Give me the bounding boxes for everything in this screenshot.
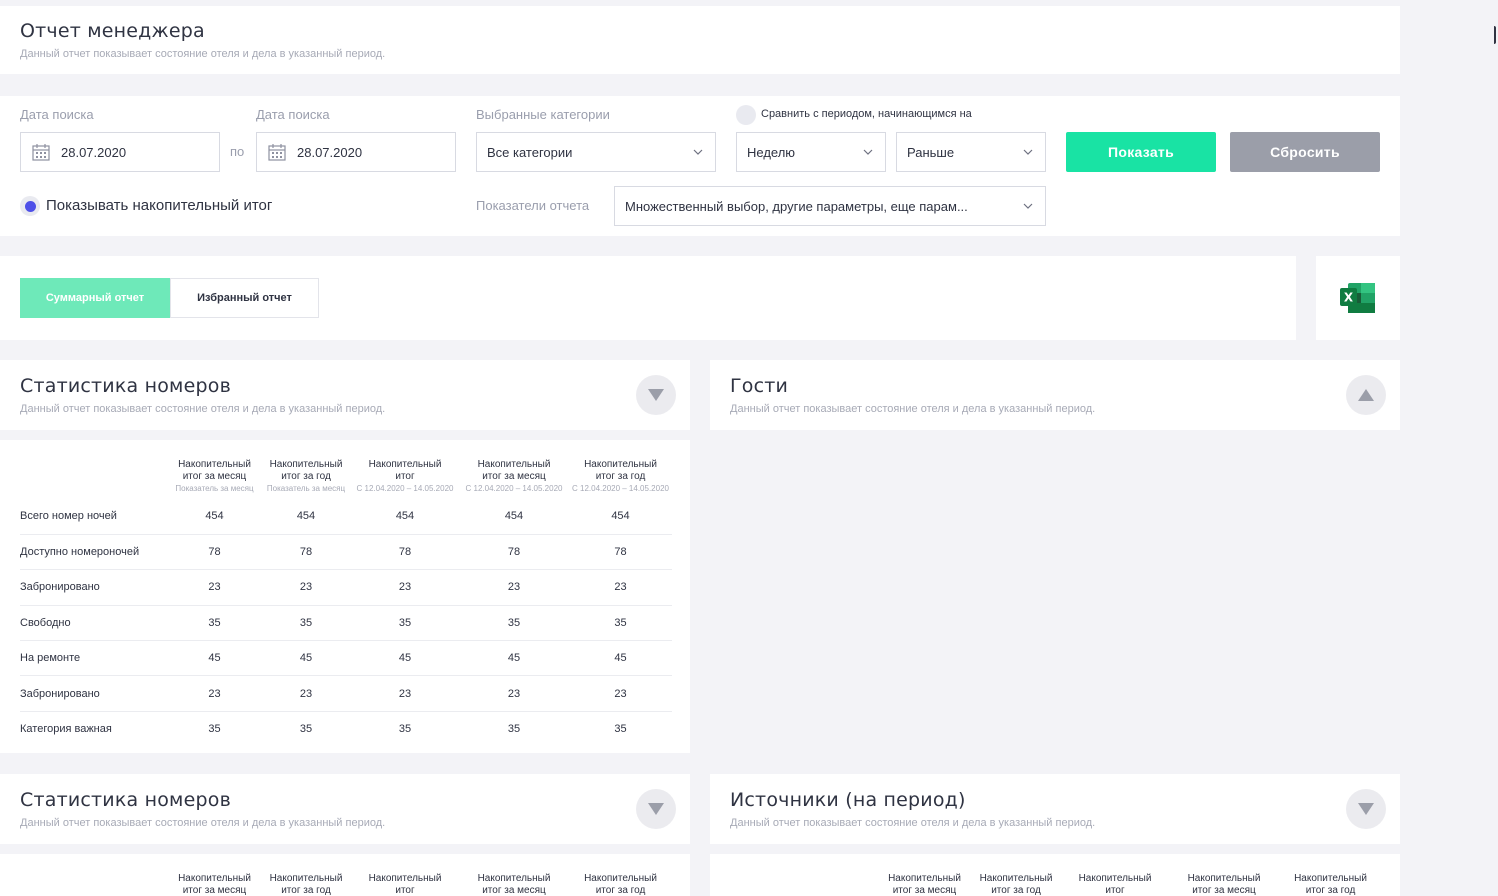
table-header-cell: Накопительный итог за год: [584, 873, 657, 896]
between-label: по: [230, 144, 245, 159]
rooms-stats-table-card-2: Накопительный итог за месяц Накопительный…: [0, 854, 690, 896]
table-header-cell: Накопительный итог за год: [269, 873, 343, 896]
table-row: Забронировано 23 23 23 23 23: [20, 569, 672, 606]
sources-table: Накопительный итог за месяц Накопительный…: [730, 873, 1382, 896]
chevron-down-icon: [1023, 149, 1033, 155]
triangle-down-icon: [648, 389, 664, 401]
guests-subtitle: Данный отчет показывает состояние отеля …: [730, 403, 1096, 415]
chevron-down-icon: [693, 149, 703, 155]
collapse-toggle-button[interactable]: [636, 375, 676, 415]
period-select[interactable]: Неделю: [736, 132, 886, 172]
table-row: Доступно номероночей 78 78 78 78 78: [20, 534, 672, 571]
indicators-label: Показатели отчета: [476, 198, 590, 213]
date-to-input[interactable]: 28.07.2020: [256, 132, 456, 172]
table-header-cell: Накопительный итог за месяц Показатель за …: [175, 459, 254, 493]
table-header-empty: [20, 873, 168, 896]
rooms-stats-table-2: Накопительный итог за месяц Накопительный…: [20, 873, 672, 896]
table-header-cell: Накопительный итог за месяц: [477, 873, 551, 896]
direction-select[interactable]: Раньше: [896, 132, 1046, 172]
page-title: Отчет менеджера: [20, 20, 205, 42]
calendar-icon: [32, 144, 50, 161]
triangle-up-icon: [1358, 389, 1374, 401]
expand-toggle-button[interactable]: [1346, 375, 1386, 415]
tab-summary-report[interactable]: Суммарный отчет: [20, 278, 170, 318]
page-subtitle: Данный отчет показывает состояние отеля …: [20, 48, 386, 60]
table-row: На ремонте 45 45 45 45 45: [20, 640, 672, 677]
rooms-stats-header: Статистика номеров Данный отчет показыва…: [0, 360, 690, 430]
rooms-stats-subtitle-2: Данный отчет показывает состояние отеля …: [20, 817, 386, 829]
reset-button[interactable]: Сбросить: [1230, 132, 1380, 172]
export-panel: X: [1316, 256, 1400, 340]
table-header-cell: Накопительный итог за месяц: [888, 873, 961, 896]
sources-header: Источники (на период) Данный отчет показ…: [710, 774, 1400, 844]
table-header-cell: Накопительный итог за год: [979, 873, 1053, 896]
chevron-down-icon: [863, 149, 873, 155]
date-from-label: Дата поиска: [20, 107, 94, 122]
rooms-stats-header-2: Статистика номеров Данный отчет показыва…: [0, 774, 690, 844]
date-to-label: Дата поиска: [256, 107, 330, 122]
sources-subtitle: Данный отчет показывает состояние отеля …: [730, 817, 1096, 829]
filter-panel: Дата поиска 28.07.2020 по Дата поиска 28…: [0, 96, 1400, 236]
table-row: Свободно 35 35 35 35 35: [20, 605, 672, 642]
compare-label: Сравнить с периодом, начинающимся на: [761, 108, 972, 120]
categories-value: Все категории: [487, 144, 573, 160]
table-row: Всего номер ночей 454 454 454 454 454: [20, 499, 672, 535]
sources-title: Источники (на период): [730, 789, 966, 811]
rooms-stats-title: Статистика номеров: [20, 375, 231, 397]
triangle-down-icon: [1358, 803, 1374, 815]
table-header-cell: Накопительный итог: [1078, 873, 1152, 896]
table-header-cell: Накопительный итог за год С 12.04.2020 – 1…: [572, 459, 669, 493]
triangle-down-icon: [648, 803, 664, 815]
scroll-indicator: [1492, 26, 1496, 44]
date-from-input[interactable]: 28.07.2020: [20, 132, 220, 172]
excel-icon[interactable]: X: [1340, 282, 1376, 314]
collapse-toggle-button[interactable]: [1346, 789, 1386, 829]
svg-text:X: X: [1344, 291, 1354, 305]
categories-label: Выбранные категории: [476, 107, 610, 122]
rooms-stats-title-2: Статистика номеров: [20, 789, 231, 811]
date-from-value: 28.07.2020: [61, 144, 127, 160]
sources-table-card: Накопительный итог за месяц Накопительный…: [710, 854, 1400, 896]
calendar-icon: [268, 144, 286, 161]
report-header: Отчет менеджера Данный отчет показывает …: [0, 6, 1400, 74]
table-row: Категория важная 35 35 35 35 35: [20, 723, 627, 736]
categories-select[interactable]: Все категории: [476, 132, 716, 172]
table-header-empty: [20, 459, 168, 499]
tab-favorite-report[interactable]: Избранный отчет: [170, 278, 319, 318]
chevron-down-icon: [1023, 203, 1033, 209]
table-header-cell: Накопительный итог: [368, 873, 442, 896]
guests-title: Гости: [730, 375, 789, 397]
table-header-cell: Накопительный итог за год: [1294, 873, 1367, 896]
compare-radio[interactable]: [736, 105, 756, 125]
table-row: Забронировано 23 23 23 23 23: [20, 675, 672, 712]
table-header-empty: [730, 873, 878, 896]
period-value: Неделю: [747, 144, 796, 160]
rooms-stats-table-card: Накопительный итог за месяц Показатель за …: [0, 440, 690, 753]
indicators-value: Множественный выбор, другие параметры, е…: [625, 198, 968, 214]
date-to-value: 28.07.2020: [297, 144, 363, 160]
cumulative-radio-dot: [24, 200, 36, 212]
table-header-cell: Накопительный итог С 12.04.2020 – 14.05.20…: [356, 459, 454, 493]
guests-header: Гости Данный отчет показывает состояние …: [710, 360, 1400, 430]
table-header-cell: Накопительный итог за год Показатель за ме…: [266, 459, 346, 493]
table-header-cell: Накопительный итог за месяц: [1187, 873, 1261, 896]
show-button[interactable]: Показать: [1066, 132, 1216, 172]
table-header-cell: Накопительный итог за месяц С 12.04.2020 –…: [465, 459, 563, 493]
rooms-stats-subtitle: Данный отчет показывает состояние отеля …: [20, 403, 386, 415]
indicators-select[interactable]: Множественный выбор, другие параметры, е…: [614, 186, 1046, 226]
direction-value: Раньше: [907, 144, 955, 160]
collapse-toggle-button[interactable]: [636, 789, 676, 829]
cumulative-radio[interactable]: [20, 196, 40, 216]
rooms-stats-table: Накопительный итог за месяц Показатель за …: [20, 459, 672, 747]
report-tabs-bar: Суммарный отчет Избранный отчет: [0, 256, 1296, 340]
table-header-cell: Накопительный итог за месяц: [178, 873, 251, 896]
cumulative-label: Показывать накопительный итог: [46, 197, 273, 214]
